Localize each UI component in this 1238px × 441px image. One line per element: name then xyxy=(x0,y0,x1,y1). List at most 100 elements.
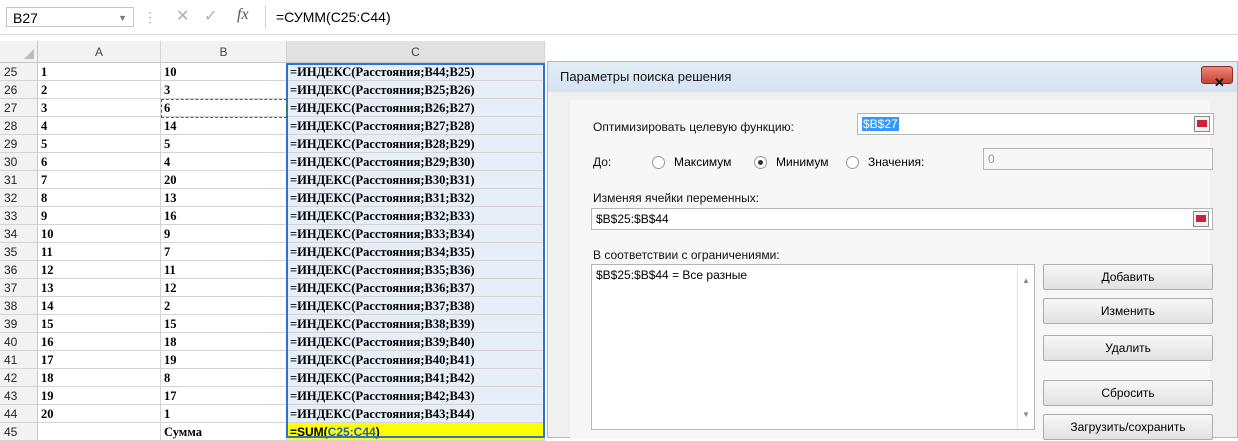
radio-value[interactable]: Значения: xyxy=(846,155,966,170)
radio-max[interactable]: Максимум xyxy=(652,155,752,170)
cell-a[interactable]: 5 xyxy=(38,135,161,153)
radio-circle-icon[interactable] xyxy=(846,156,859,169)
cell-b45[interactable]: Сумма xyxy=(161,423,287,441)
cell-c[interactable]: =ИНДЕКС(Расстояния;B41;B42) xyxy=(287,369,545,387)
cell-a[interactable]: 16 xyxy=(38,333,161,351)
collapse-dialog-icon[interactable] xyxy=(1193,211,1209,227)
row-header[interactable]: 26 xyxy=(0,81,38,99)
row-header[interactable]: 41 xyxy=(0,351,38,369)
dialog-titlebar[interactable]: Параметры поиска решения ✕ xyxy=(548,62,1237,92)
row-header[interactable]: 39 xyxy=(0,315,38,333)
cell-a[interactable]: 15 xyxy=(38,315,161,333)
cell-a[interactable]: 11 xyxy=(38,243,161,261)
cell-b[interactable]: 13 xyxy=(161,189,287,207)
row-header[interactable]: 33 xyxy=(0,207,38,225)
cell-b[interactable]: 2 xyxy=(161,297,287,315)
constraints-list[interactable]: $B$25:$B$44 = Все разные ▲ ▼ xyxy=(591,264,1035,430)
cell-b[interactable]: 15 xyxy=(161,315,287,333)
row-header[interactable]: 31 xyxy=(0,171,38,189)
cell-b[interactable]: 17 xyxy=(161,387,287,405)
cell-b[interactable]: 20 xyxy=(161,171,287,189)
cell-a[interactable]: 6 xyxy=(38,153,161,171)
row-header[interactable]: 29 xyxy=(0,135,38,153)
row-header[interactable]: 40 xyxy=(0,333,38,351)
enter-icon[interactable]: ✓ xyxy=(204,6,217,26)
cell-a[interactable]: 1 xyxy=(38,63,161,81)
cell-c[interactable]: =ИНДЕКС(Расстояния;B36;B37) xyxy=(287,279,545,297)
cell-b[interactable]: 1 xyxy=(161,405,287,423)
cell-a[interactable]: 9 xyxy=(38,207,161,225)
cell-b[interactable]: 5 xyxy=(161,135,287,153)
constraint-item[interactable]: $B$25:$B$44 = Все разные xyxy=(596,267,1034,283)
collapse-dialog-icon[interactable] xyxy=(1194,116,1210,132)
add-button[interactable]: Добавить xyxy=(1043,264,1213,290)
cell-b[interactable]: 14 xyxy=(161,117,287,135)
row-header[interactable]: 35 xyxy=(0,243,38,261)
row-header[interactable]: 45 xyxy=(0,423,38,441)
select-all-corner[interactable] xyxy=(0,41,38,63)
row-header[interactable]: 34 xyxy=(0,225,38,243)
reset-button[interactable]: Сбросить xyxy=(1043,380,1213,406)
cell-c[interactable]: =ИНДЕКС(Расстояния;B35;B36) xyxy=(287,261,545,279)
cell-c[interactable]: =ИНДЕКС(Расстояния;B37;B38) xyxy=(287,297,545,315)
name-box[interactable]: B27 ▼ xyxy=(6,7,134,27)
constraints-scrollbar[interactable]: ▲ ▼ xyxy=(1017,265,1034,429)
cell-a[interactable]: 19 xyxy=(38,387,161,405)
cell-b[interactable]: 3 xyxy=(161,81,287,99)
cell-b[interactable]: 10 xyxy=(161,63,287,81)
change-button[interactable]: Изменить xyxy=(1043,298,1213,324)
cell-a45[interactable] xyxy=(38,423,161,441)
row-header[interactable]: 25 xyxy=(0,63,38,81)
cell-b[interactable]: 18 xyxy=(161,333,287,351)
cell-a[interactable]: 18 xyxy=(38,369,161,387)
cell-a[interactable]: 3 xyxy=(38,99,161,117)
row-header[interactable]: 27 xyxy=(0,99,38,117)
cell-a[interactable]: 13 xyxy=(38,279,161,297)
cancel-icon[interactable]: ✕ xyxy=(176,6,189,26)
cell-c[interactable]: =ИНДЕКС(Расстояния;B27;B28) xyxy=(287,117,545,135)
radio-circle-icon[interactable] xyxy=(652,156,665,169)
cell-a[interactable]: 17 xyxy=(38,351,161,369)
close-button[interactable]: ✕ xyxy=(1201,66,1233,90)
cell-a[interactable]: 2 xyxy=(38,81,161,99)
cell-c[interactable]: =ИНДЕКС(Расстояния;B25;B26) xyxy=(287,81,545,99)
column-header-a[interactable]: A xyxy=(38,41,161,63)
cell-a[interactable]: 8 xyxy=(38,189,161,207)
cell-c[interactable]: =ИНДЕКС(Расстояния;B42;B43) xyxy=(287,387,545,405)
row-header[interactable]: 37 xyxy=(0,279,38,297)
cell-b[interactable]: 6 xyxy=(161,99,287,117)
cell-a[interactable]: 14 xyxy=(38,297,161,315)
row-header[interactable]: 28 xyxy=(0,117,38,135)
cell-c[interactable]: =ИНДЕКС(Расстояния;B30;B31) xyxy=(287,171,545,189)
row-header[interactable]: 30 xyxy=(0,153,38,171)
scroll-up-icon[interactable]: ▲ xyxy=(1022,273,1030,289)
cell-c[interactable]: =ИНДЕКС(Расстояния;B44;B25) xyxy=(287,63,545,81)
insert-function-icon[interactable]: fx xyxy=(237,6,249,24)
row-header[interactable]: 36 xyxy=(0,261,38,279)
cell-b[interactable]: 9 xyxy=(161,225,287,243)
chevron-down-icon[interactable]: ▼ xyxy=(118,8,127,28)
load-save-button[interactable]: Загрузить/сохранить xyxy=(1043,414,1213,440)
delete-button[interactable]: Удалить xyxy=(1043,335,1213,361)
cell-b[interactable]: 12 xyxy=(161,279,287,297)
cell-a[interactable]: 7 xyxy=(38,171,161,189)
cell-b[interactable]: 16 xyxy=(161,207,287,225)
radio-selected-icon[interactable] xyxy=(754,156,767,169)
radio-min[interactable]: Минимум xyxy=(754,155,854,170)
cell-b[interactable]: 7 xyxy=(161,243,287,261)
drag-handle-icon[interactable]: ⋮ xyxy=(143,9,157,26)
cell-c[interactable]: =ИНДЕКС(Расстояния;B31;B32) xyxy=(287,189,545,207)
cell-a[interactable]: 12 xyxy=(38,261,161,279)
changing-cells-field[interactable]: $B$25:$B$44 xyxy=(591,208,1213,230)
cell-c[interactable]: =ИНДЕКС(Расстояния;B33;B34) xyxy=(287,225,545,243)
objective-field[interactable]: $B$27 xyxy=(857,113,1214,135)
cell-c[interactable]: =ИНДЕКС(Расстояния;B28;B29) xyxy=(287,135,545,153)
cell-c[interactable]: =ИНДЕКС(Расстояния;B34;B35) xyxy=(287,243,545,261)
cell-c[interactable]: =ИНДЕКС(Расстояния;B26;B27) xyxy=(287,99,545,117)
row-header[interactable]: 32 xyxy=(0,189,38,207)
cell-b[interactable]: 8 xyxy=(161,369,287,387)
row-header[interactable]: 43 xyxy=(0,387,38,405)
cell-c[interactable]: =ИНДЕКС(Расстояния;B43;B44) xyxy=(287,405,545,423)
row-header[interactable]: 38 xyxy=(0,297,38,315)
cell-c[interactable]: =ИНДЕКС(Расстояния;B39;B40) xyxy=(287,333,545,351)
